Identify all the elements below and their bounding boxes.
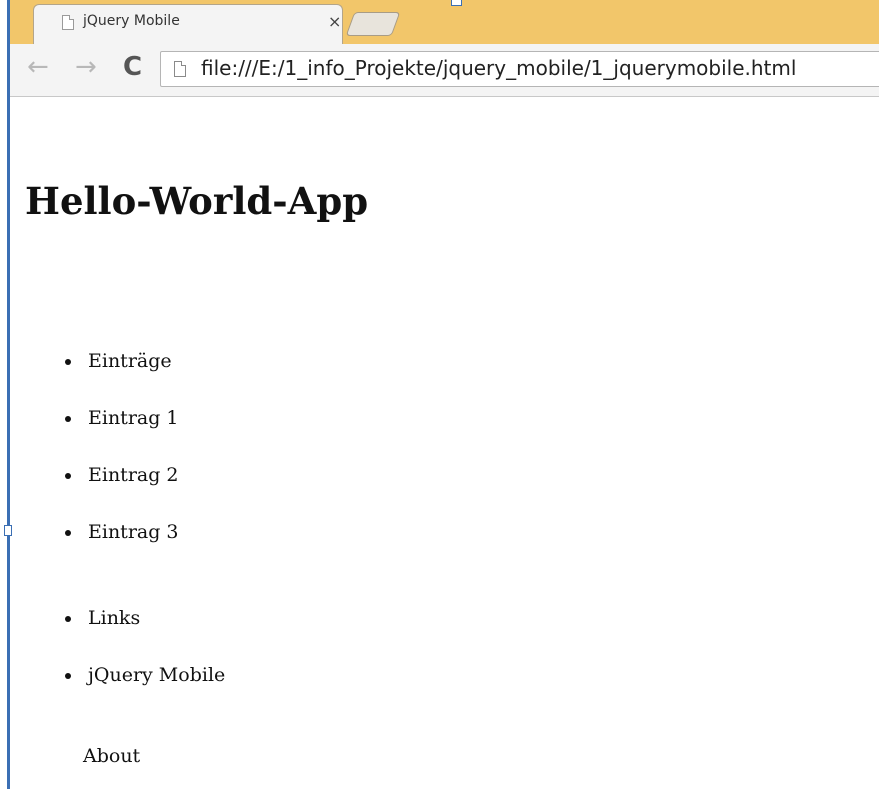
new-tab-button[interactable] [345,12,401,36]
about-text: About [83,745,141,767]
bullet-icon [65,473,71,479]
tab-jquery-mobile[interactable]: jQuery Mobile × [33,4,343,45]
page-content: Hello-World-App Einträge Eintrag 1 Eintr… [10,97,879,789]
tab-title: jQuery Mobile [83,13,180,29]
list-item-label: Eintrag 1 [88,407,179,429]
close-icon[interactable]: × [328,13,341,31]
bullet-icon [65,530,71,536]
page-icon [174,61,186,77]
back-arrow-icon[interactable]: ← [27,52,49,82]
bullet-icon [65,416,71,422]
browser-toolbar: ← → C file:///E:/1_info_Projekte/jquery_… [10,44,879,97]
list-item-label: Eintrag 2 [88,464,179,486]
list-item-label: jQuery Mobile [88,664,226,686]
list-item-label: Links [88,607,141,629]
reload-icon[interactable]: C [123,52,142,82]
address-bar[interactable]: file:///E:/1_info_Projekte/jquery_mobile… [160,51,879,87]
selection-border [7,0,10,789]
page-icon [62,15,74,30]
list-item-label: Einträge [88,350,172,372]
tab-strip: jQuery Mobile × [10,0,879,45]
resize-handle [451,0,462,6]
list-item-label: Eintrag 3 [88,521,179,543]
page-title: Hello-World-App [25,179,369,223]
resize-handle [4,525,12,536]
address-url[interactable]: file:///E:/1_info_Projekte/jquery_mobile… [201,56,796,80]
browser-window: jQuery Mobile × ← → C file:///E:/1_info_… [0,0,879,789]
bullet-icon [65,673,71,679]
bullet-icon [65,616,71,622]
bullet-icon [65,359,71,365]
forward-arrow-icon[interactable]: → [75,52,97,82]
